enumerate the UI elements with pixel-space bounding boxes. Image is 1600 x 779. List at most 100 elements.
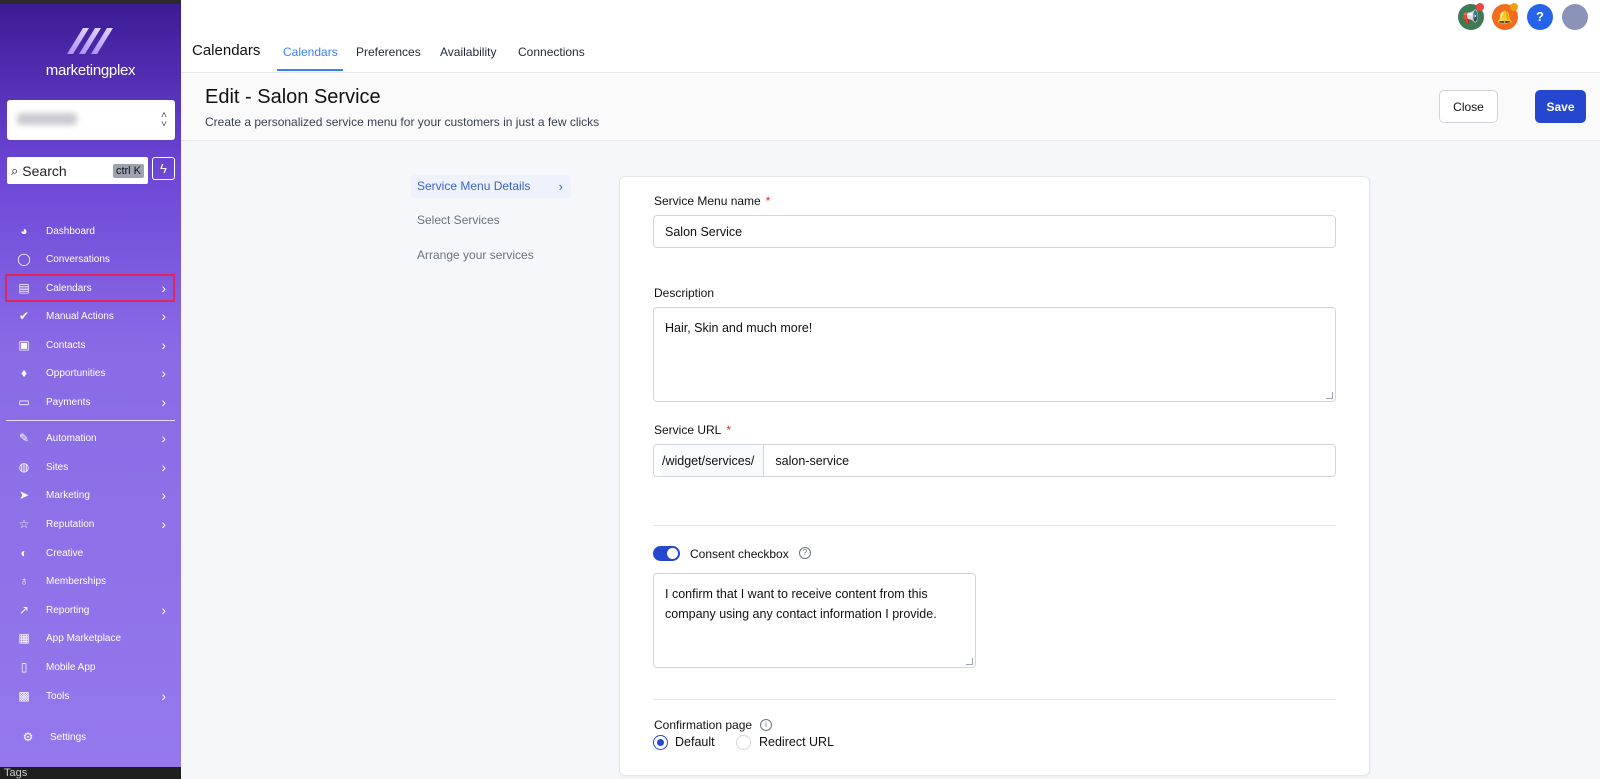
help-button[interactable]: ?	[1527, 4, 1553, 30]
chevron-right-icon: ›	[558, 179, 563, 194]
consent-text-textarea[interactable]: I confirm that I want to receive content…	[653, 573, 976, 668]
funnel-icon: ♦	[20, 366, 28, 380]
chevron-right-icon: ›	[161, 688, 166, 704]
notifications-button[interactable]: 🔔	[1492, 3, 1518, 30]
sidebar-item-label: Reporting	[46, 604, 90, 616]
sidebar-item-conversations[interactable]: ◯ Conversations	[6, 246, 174, 272]
sidebar-divider	[6, 420, 175, 421]
chevron-right-icon: ›	[161, 280, 166, 296]
url-prefix: /widget/services/	[662, 445, 765, 476]
radio-default[interactable]	[653, 735, 668, 750]
step-select-services[interactable]: Select Services	[411, 209, 571, 232]
sidebar-item-memberships[interactable]: ♁ Memberships	[6, 568, 174, 594]
section-title: Calendars	[192, 42, 261, 59]
grid-icon: ▦	[18, 631, 30, 645]
tab-calendars[interactable]: Calendars	[283, 45, 338, 59]
contacts-icon: ▣	[18, 338, 30, 352]
step-label: Arrange your services	[417, 248, 534, 262]
chevron-right-icon: ›	[161, 430, 166, 446]
chevron-updown-icon: ˄ ˅	[161, 110, 167, 130]
chevron-right-icon: ›	[161, 602, 166, 618]
sidebar-item-tools[interactable]: ▩ Tools ›	[6, 683, 174, 709]
service-url-value: salon-service	[775, 453, 850, 468]
sidebar-item-mobile-app[interactable]: ▯ Mobile App	[6, 654, 174, 680]
sidebar-item-manual-actions[interactable]: ✔ Manual Actions ›	[6, 303, 174, 329]
help-circle-icon[interactable]: ?	[799, 547, 811, 559]
sidebar-item-automation[interactable]: ✎ Automation ›	[6, 425, 174, 451]
sidebar-item-dashboard[interactable]: ◕ Dashboard	[6, 218, 174, 244]
consent-toggle[interactable]	[653, 546, 680, 561]
description-value: Hair, Skin and much more!	[665, 321, 813, 335]
sidebar-item-app-marketplace[interactable]: ▦ App Marketplace	[6, 625, 174, 651]
description-label: Description	[654, 286, 715, 300]
palette-icon: ◐	[20, 546, 28, 560]
chevron-right-icon: ›	[161, 516, 166, 532]
info-icon[interactable]: i	[760, 719, 772, 731]
page-header: Edit - Salon Service Create a personaliz…	[181, 73, 1600, 141]
search-shortcut-badge: ctrl K	[112, 163, 144, 178]
wand-icon: ✎	[18, 431, 30, 445]
calendar-icon: ▤	[18, 281, 30, 295]
brand-name: marketingplex	[45, 62, 136, 79]
phone-icon: ▯	[20, 660, 28, 674]
description-textarea[interactable]: Hair, Skin and much more!	[653, 307, 1336, 402]
brand-logo[interactable]: marketingplex	[0, 24, 181, 79]
sidebar-item-marketing[interactable]: ➤ Marketing ›	[6, 482, 174, 508]
sidebar-item-label: App Marketplace	[46, 632, 122, 644]
chart-icon: ↗	[18, 603, 30, 617]
sidebar-item-label: Mobile App	[46, 661, 96, 673]
sidebar-item-contacts[interactable]: ▣ Contacts ›	[6, 332, 174, 358]
save-button[interactable]: Save	[1535, 90, 1586, 123]
service-menu-name-input[interactable]: Salon Service	[653, 215, 1336, 248]
service-menu-name-value: Salon Service	[665, 224, 743, 239]
sidebar-item-payments[interactable]: ▭ Payments ›	[6, 389, 174, 415]
step-service-menu-details[interactable]: Service Menu Details ›	[411, 175, 571, 198]
sidebar-item-reporting[interactable]: ↗ Reporting ›	[6, 597, 174, 623]
radio-redirect-url-label[interactable]: Redirect URL	[759, 735, 834, 749]
sidebar-item-calendars[interactable]: ▤ Calendars ›	[5, 274, 175, 302]
divider	[653, 699, 1336, 700]
sidebar-item-label: Opportunities	[46, 367, 106, 379]
avatar[interactable]	[1562, 4, 1588, 30]
quick-actions-button[interactable]: ϟ	[152, 157, 175, 180]
announcement-button[interactable]: 📢	[1458, 3, 1484, 30]
sidebar: marketingplex ˄ ˅ ⌕ Search ctrl K ϟ ◕ Dash…	[0, 0, 181, 779]
radio-redirect-url[interactable]	[736, 735, 751, 750]
tab-availability[interactable]: Availability	[440, 45, 496, 59]
chevron-right-icon: ›	[161, 459, 166, 475]
resize-handle-icon[interactable]	[1326, 392, 1333, 399]
radio-default-label[interactable]: Default	[675, 735, 715, 749]
tab-connections[interactable]: Connections	[518, 45, 585, 59]
globe-icon: ◍	[18, 460, 30, 474]
sidebar-item-settings[interactable]: ⚙ Settings	[6, 724, 174, 750]
close-button[interactable]: Close	[1439, 90, 1498, 123]
service-url-label: Service URL *	[654, 423, 732, 437]
sidebar-search[interactable]: ⌕ Search ctrl K	[7, 157, 148, 184]
send-icon: ➤	[18, 488, 30, 502]
step-arrange-services[interactable]: Arrange your services	[411, 244, 571, 267]
sidebar-item-opportunities[interactable]: ♦ Opportunities ›	[6, 360, 174, 386]
divider	[653, 525, 1336, 526]
sidebar-item-label: Calendars	[46, 282, 92, 294]
step-label: Select Services	[417, 213, 500, 227]
bell-icon: 🔔	[1496, 9, 1514, 24]
required-mark: *	[726, 423, 732, 437]
sidebar-top-strip	[0, 0, 181, 4]
star-icon: ☆	[18, 517, 30, 531]
service-url-input[interactable]: /widget/services/ salon-service	[653, 444, 1336, 477]
sidebar-item-label: Contacts	[46, 339, 86, 351]
toolbox-icon: ▩	[18, 689, 30, 703]
service-menu-form: Service Menu name * Salon Service Descrip…	[619, 176, 1370, 776]
tab-preferences[interactable]: Preferences	[356, 45, 421, 59]
logo-mark-icon	[66, 28, 113, 54]
sidebar-item-sites[interactable]: ◍ Sites ›	[6, 454, 174, 480]
sidebar-item-reputation[interactable]: ☆ Reputation ›	[6, 511, 174, 537]
sidebar-item-label: Marketing	[46, 489, 90, 501]
account-switcher[interactable]: ˄ ˅	[7, 100, 175, 140]
resize-handle-icon[interactable]	[966, 658, 973, 665]
sidebar-item-creative[interactable]: ◐ Creative	[6, 540, 174, 566]
sidebar-item-label: Sites	[46, 461, 69, 473]
lightning-icon: ϟ	[160, 161, 167, 176]
consent-text-value: I confirm that I want to receive content…	[665, 587, 937, 621]
award-icon: ♁	[19, 574, 29, 588]
